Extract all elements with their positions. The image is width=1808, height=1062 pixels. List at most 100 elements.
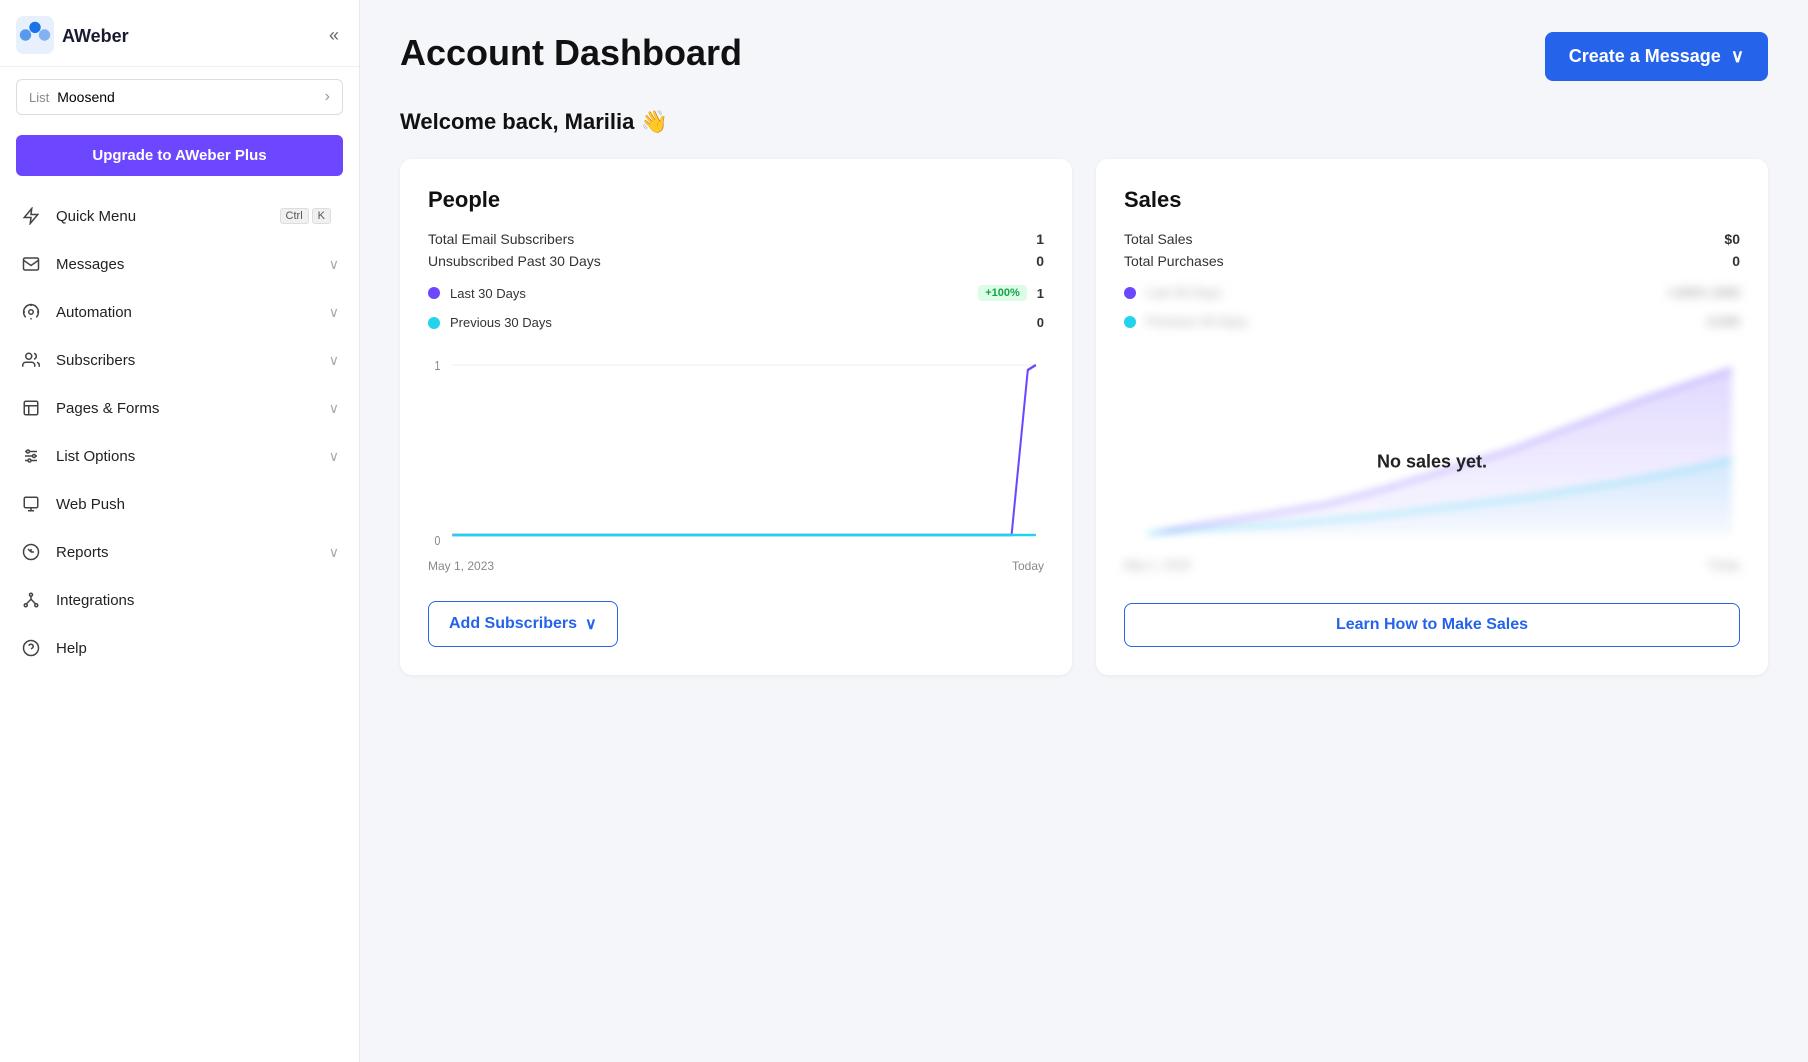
- sidebar-header: AWeber «: [0, 0, 359, 67]
- lightning-icon: [20, 205, 42, 227]
- web-push-label: Web Push: [56, 496, 339, 513]
- automation-icon: [20, 301, 42, 323]
- quick-menu-label: Quick Menu: [56, 208, 280, 225]
- sidebar-item-list-options[interactable]: List Options ∨: [0, 432, 359, 480]
- people-chart: 1 0: [428, 350, 1044, 550]
- sidebar-item-automation[interactable]: Automation ∨: [0, 288, 359, 336]
- pages-forms-label: Pages & Forms: [56, 400, 329, 417]
- total-subscribers-row: Total Email Subscribers 1: [428, 231, 1044, 247]
- last-30-label: Last 30 Days: [450, 286, 968, 301]
- subscribers-label: Subscribers: [56, 352, 329, 369]
- unsubscribed-value: 0: [1036, 253, 1044, 269]
- messages-label: Messages: [56, 256, 329, 273]
- sidebar-item-help[interactable]: Help: [0, 624, 359, 672]
- chart-x-start: May 1, 2023: [428, 559, 494, 573]
- total-purchases-label: Total Purchases: [1124, 253, 1224, 269]
- last-30-legend: Last 30 Days +100% 1: [428, 285, 1044, 301]
- aweber-wordmark: AWeber: [62, 23, 152, 47]
- total-sales-label: Total Sales: [1124, 231, 1192, 247]
- sales-prev-30-legend: Previous 30 Days 0.000: [1124, 314, 1740, 329]
- pages-icon: [20, 397, 42, 419]
- sidebar-item-messages[interactable]: Messages ∨: [0, 240, 359, 288]
- learn-sales-label: Learn How to Make Sales: [1336, 616, 1528, 634]
- reports-icon: [20, 541, 42, 563]
- list-label: List: [29, 90, 49, 105]
- quick-menu-shortcut: Ctrl K: [280, 208, 331, 224]
- reports-label: Reports: [56, 544, 329, 561]
- sales-last-30-dot: [1124, 287, 1136, 299]
- sidebar-item-quick-menu[interactable]: Quick Menu Ctrl K: [0, 192, 359, 240]
- envelope-icon: [20, 253, 42, 275]
- aweber-logo-icon: [16, 16, 54, 54]
- sidebar-item-subscribers[interactable]: Subscribers ∨: [0, 336, 359, 384]
- create-message-chevron-icon: ∨: [1731, 46, 1744, 67]
- prev-30-legend: Previous 30 Days 0: [428, 315, 1044, 330]
- total-sales-value: $0: [1724, 231, 1740, 247]
- sales-card: Sales Total Sales $0 Total Purchases 0 L…: [1096, 159, 1768, 675]
- svg-text:0: 0: [434, 533, 440, 548]
- sales-prev-30-value: 0.000: [1707, 314, 1740, 329]
- chart-x-end: Today: [1012, 559, 1044, 573]
- people-icon: [20, 349, 42, 371]
- total-sales-row: Total Sales $0: [1124, 231, 1740, 247]
- integrations-icon: [20, 589, 42, 611]
- people-chart-area: 1 0 May 1, 2023 Today: [428, 350, 1044, 573]
- total-purchases-value: 0: [1732, 253, 1740, 269]
- sales-chart-x-end: Today: [1708, 558, 1740, 572]
- people-card: People Total Email Subscribers 1 Unsubsc…: [400, 159, 1072, 675]
- add-subscribers-button[interactable]: Add Subscribers ∨: [428, 601, 618, 647]
- sales-last-30-badge: +100% 1000: [1667, 285, 1740, 300]
- sales-chart-x-start: May 1, 2019: [1124, 558, 1190, 572]
- messages-chevron-icon: ∨: [329, 256, 339, 273]
- unsubscribed-label: Unsubscribed Past 30 Days: [428, 253, 601, 269]
- svg-text:AWeber: AWeber: [62, 26, 129, 46]
- total-subscribers-label: Total Email Subscribers: [428, 231, 574, 247]
- logo: AWeber: [16, 16, 152, 54]
- help-label: Help: [56, 640, 339, 657]
- last-30-badge: +100%: [978, 285, 1027, 301]
- sales-chart-container: No sales yet. May 1, 2019 Today: [1124, 349, 1740, 575]
- last-30-dot: [428, 287, 440, 299]
- list-options-label: List Options: [56, 448, 329, 465]
- last-30-value: 1: [1037, 286, 1044, 301]
- unsubscribed-row: Unsubscribed Past 30 Days 0: [428, 253, 1044, 269]
- people-card-title: People: [428, 187, 1044, 213]
- list-selector[interactable]: List Moosend ›: [16, 79, 343, 115]
- upgrade-button[interactable]: Upgrade to AWeber Plus: [16, 135, 343, 176]
- ctrl-key: Ctrl: [280, 208, 309, 224]
- people-card-footer: Add Subscribers ∨: [428, 601, 1044, 647]
- total-subscribers-value: 1: [1036, 231, 1044, 247]
- learn-sales-button[interactable]: Learn How to Make Sales: [1124, 603, 1740, 647]
- sales-prev-30-label: Previous 30 Days: [1146, 314, 1697, 329]
- sidebar-item-pages-forms[interactable]: Pages & Forms ∨: [0, 384, 359, 432]
- prev-30-label: Previous 30 Days: [450, 315, 1027, 330]
- sales-card-footer: Learn How to Make Sales: [1124, 603, 1740, 647]
- integrations-label: Integrations: [56, 592, 339, 609]
- subscribers-chevron-icon: ∨: [329, 352, 339, 369]
- dashboard-cards: People Total Email Subscribers 1 Unsubsc…: [400, 159, 1768, 675]
- welcome-text: Welcome back, Marilia 👋: [400, 109, 1768, 135]
- add-subscribers-label: Add Subscribers: [449, 615, 577, 633]
- automation-label: Automation: [56, 304, 329, 321]
- sales-chart: [1124, 349, 1740, 549]
- sales-chart-x-labels: May 1, 2019 Today: [1124, 558, 1740, 572]
- sidebar-collapse-button[interactable]: «: [325, 21, 343, 50]
- sidebar-item-web-push[interactable]: Web Push: [0, 480, 359, 528]
- sales-card-title: Sales: [1124, 187, 1740, 213]
- sidebar-item-integrations[interactable]: Integrations: [0, 576, 359, 624]
- main-header: Account Dashboard Create a Message ∨: [400, 32, 1768, 81]
- page-title: Account Dashboard: [400, 32, 742, 74]
- sidebar: AWeber « List Moosend › Upgrade to AWebe…: [0, 0, 360, 1062]
- pages-chevron-icon: ∨: [329, 400, 339, 417]
- total-purchases-row: Total Purchases 0: [1124, 253, 1740, 269]
- list-name: Moosend: [57, 89, 324, 105]
- prev-30-value: 0: [1037, 315, 1044, 330]
- create-message-label: Create a Message: [1569, 46, 1721, 67]
- create-message-button[interactable]: Create a Message ∨: [1545, 32, 1768, 81]
- main-content: Account Dashboard Create a Message ∨ Wel…: [360, 0, 1808, 1062]
- sidebar-item-reports[interactable]: Reports ∨: [0, 528, 359, 576]
- svg-text:1: 1: [434, 358, 440, 373]
- sliders-icon: [20, 445, 42, 467]
- automation-chevron-icon: ∨: [329, 304, 339, 321]
- sales-last-30-label: Last 30 Days: [1146, 285, 1657, 300]
